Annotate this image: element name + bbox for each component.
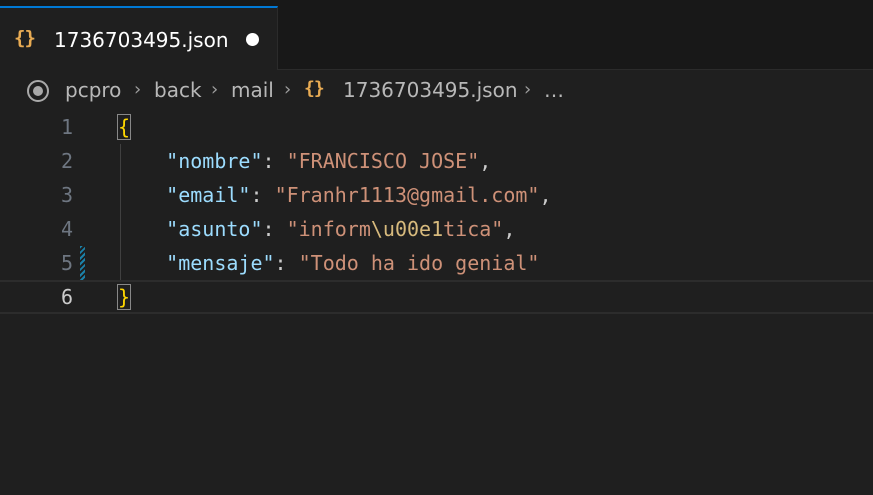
breadcrumb-more[interactable]: … (544, 78, 564, 102)
json-braces-icon: {} (304, 78, 325, 99)
code-text: "asunto": "inform\u00e1tica", (118, 217, 515, 241)
chevron-right-icon: › (134, 79, 142, 100)
json-string-value: tica" (443, 217, 504, 241)
json-colon: : (250, 183, 275, 207)
json-comma: , (539, 183, 552, 207)
line-number: 5 (60, 251, 73, 275)
code-line[interactable]: 5 "mensaje": "Todo ha ido genial" (0, 246, 873, 280)
breadcrumb: pcpro › back › mail › {} 1736703495.json… (0, 74, 873, 108)
code-line[interactable]: 3 "email": "Franhr1113@gmail.com", (0, 178, 873, 212)
line-number: 2 (60, 149, 73, 173)
json-string-value: "Todo ha ido genial" (298, 251, 540, 275)
json-key: "asunto" (166, 217, 263, 241)
line-number: 4 (60, 217, 73, 241)
code-text: "nombre": "FRANCISCO JOSE", (118, 149, 491, 173)
json-key: "email" (166, 183, 251, 207)
json-escape-sequence: \u00e1 (370, 217, 444, 241)
tab-active-file[interactable]: {} 1736703495.json (0, 6, 278, 70)
breadcrumb-item-mail[interactable]: mail (231, 78, 274, 102)
line-number: 6 (60, 285, 73, 309)
record-circle-icon[interactable] (27, 80, 49, 102)
json-string-value: "FRANCISCO JOSE" (286, 149, 480, 173)
code-text: { (116, 114, 132, 140)
code-line-current[interactable]: 6 } (0, 280, 873, 314)
code-line[interactable]: 1 { (0, 110, 873, 144)
unsaved-dot-icon[interactable] (246, 33, 259, 46)
code-text: "mensaje": "Todo ha ido genial" (118, 251, 539, 275)
code-text: } (116, 284, 132, 310)
json-colon: : (262, 217, 287, 241)
json-braces-icon: {} (14, 27, 36, 49)
breadcrumb-item-back[interactable]: back (154, 78, 202, 102)
json-key: "mensaje" (166, 251, 275, 275)
line-number: 3 (60, 183, 73, 207)
code-editor[interactable]: 1 { 2 "nombre": "FRANCISCO JOSE", 3 "ema… (0, 110, 873, 495)
json-comma: , (479, 149, 492, 173)
chevron-right-icon: › (284, 79, 292, 100)
json-string-value: "inform (286, 217, 371, 241)
code-line[interactable]: 4 "asunto": "inform\u00e1tica", (0, 212, 873, 246)
open-brace: { (116, 114, 132, 140)
code-line[interactable]: 2 "nombre": "FRANCISCO JOSE", (0, 144, 873, 178)
json-colon: : (274, 251, 299, 275)
close-brace: } (116, 284, 132, 310)
json-key: "nombre" (166, 149, 263, 173)
breadcrumb-item-pcpro[interactable]: pcpro (65, 78, 121, 102)
chevron-right-icon: › (524, 79, 532, 100)
line-number: 1 (60, 115, 73, 139)
json-colon: : (262, 149, 287, 173)
tab-title: 1736703495.json (54, 28, 229, 52)
breadcrumb-item-file[interactable]: 1736703495.json (343, 78, 518, 102)
chevron-right-icon: › (211, 79, 219, 100)
json-string-value: "Franhr1113@gmail.com" (274, 183, 540, 207)
tab-bar: {} 1736703495.json (0, 0, 873, 70)
json-comma: , (503, 217, 516, 241)
code-text: "email": "Franhr1113@gmail.com", (118, 183, 552, 207)
